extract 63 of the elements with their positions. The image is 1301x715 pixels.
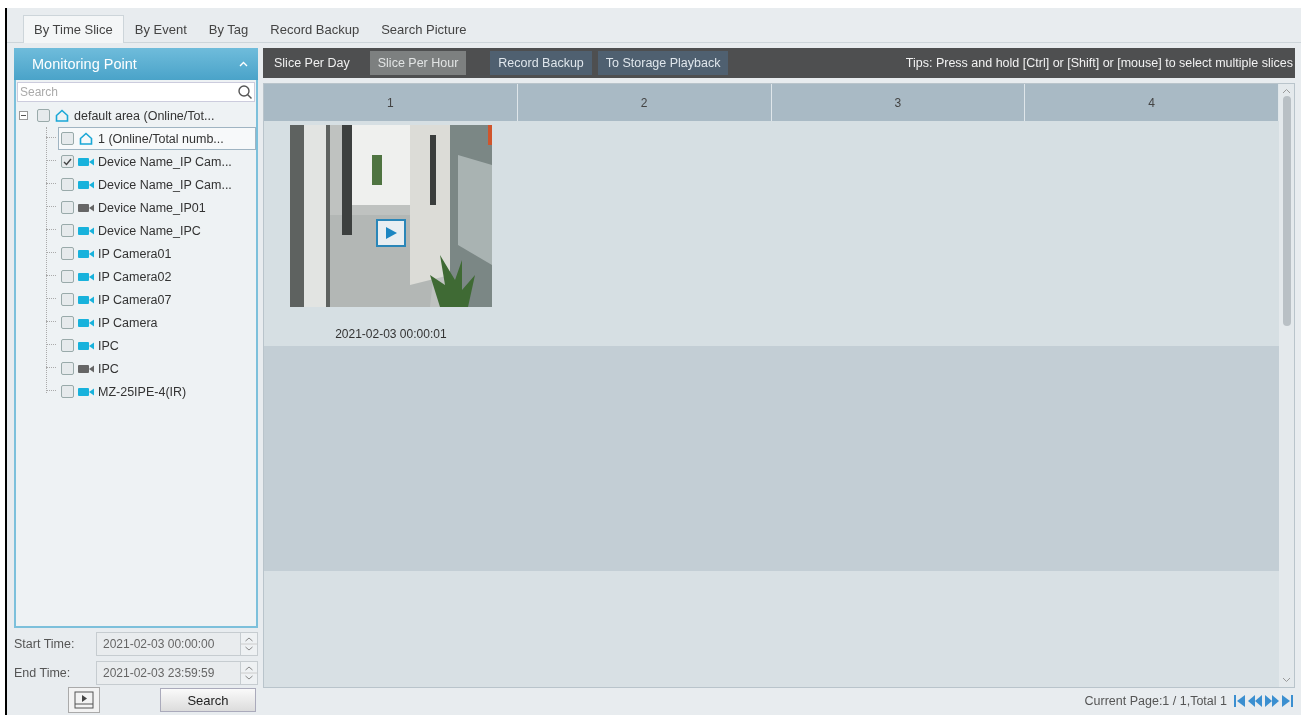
tree-item[interactable]: IPC <box>58 334 256 357</box>
search-field[interactable]: Search <box>17 82 255 102</box>
tree-item[interactable]: MZ-25IPE-4(IR) <box>58 380 256 403</box>
scrollbar-thumb[interactable] <box>1282 96 1291 326</box>
search-icon <box>237 84 253 100</box>
scroll-up-icon <box>1282 88 1291 94</box>
search-button[interactable]: Search <box>160 688 256 712</box>
tree-item[interactable]: IPC <box>58 357 256 380</box>
tree-item[interactable]: IP Camera <box>58 311 256 334</box>
toolbar-button[interactable]: To Storage Playback <box>597 51 729 75</box>
playback-button[interactable] <box>68 687 100 713</box>
time-field[interactable]: 2021-02-03 00:00:00 <box>96 632 258 656</box>
home-icon <box>55 109 69 122</box>
scrollbar[interactable] <box>1279 84 1294 687</box>
checkbox[interactable] <box>37 109 50 122</box>
toolbar-button[interactable]: Slice Per Day <box>266 51 358 75</box>
playback-icon <box>74 691 94 709</box>
spinner-icon[interactable] <box>240 662 257 684</box>
checkbox[interactable] <box>61 132 74 145</box>
panel-title: Monitoring Point <box>32 56 137 72</box>
toolbar-button[interactable]: Record Backup <box>490 51 592 75</box>
checkbox[interactable] <box>61 247 74 260</box>
field-label: End Time: <box>14 666 72 680</box>
checkbox[interactable] <box>61 178 74 191</box>
tree-item[interactable]: IP Camera02 <box>58 265 256 288</box>
tree-item[interactable]: Device Name_IPC <box>58 219 256 242</box>
checkbox[interactable] <box>61 155 74 168</box>
first-page-icon[interactable] <box>1234 693 1245 708</box>
checkbox[interactable] <box>61 224 74 237</box>
checkbox[interactable] <box>61 270 74 283</box>
tree-item[interactable]: Device Name_IP Cam... <box>58 173 256 196</box>
tab[interactable]: By Time Slice <box>23 15 124 43</box>
scroll-down-icon <box>1282 677 1291 683</box>
last-page-icon[interactable] <box>1282 693 1293 708</box>
tree-item[interactable]: IP Camera01 <box>58 242 256 265</box>
slice-time: 2021-02-03 00:00:01 <box>335 327 447 341</box>
time-field[interactable]: 2021-02-03 23:59:59 <box>96 661 258 685</box>
tree-item[interactable]: IP Camera07 <box>58 288 256 311</box>
spinner-icon[interactable] <box>240 633 257 655</box>
page-info: Current Page:1 / 1,Total 1 <box>1084 693 1227 708</box>
tab[interactable]: Record Backup <box>259 15 371 43</box>
checkbox[interactable] <box>61 339 74 352</box>
tab[interactable]: By Tag <box>197 15 260 43</box>
checkbox[interactable] <box>61 293 74 306</box>
tree-item[interactable]: Device Name_IP Cam... <box>58 150 256 173</box>
checkbox[interactable] <box>61 201 74 214</box>
previous-page-icon[interactable] <box>1248 693 1262 708</box>
tab[interactable]: Search Picture <box>370 15 478 43</box>
next-page-icon[interactable] <box>1265 693 1279 708</box>
check-icon <box>63 157 72 166</box>
play-button[interactable] <box>375 219 406 247</box>
checkbox[interactable] <box>61 385 74 398</box>
home-icon <box>79 132 93 145</box>
tree-item[interactable]: Device Name_IP01 <box>58 196 256 219</box>
collapse-icon[interactable] <box>19 111 28 120</box>
tips-text: Tips: Press and hold [Ctrl] or [Shift] or [mouse] to select multiple slices <box>905 56 1294 70</box>
checkbox[interactable] <box>61 362 74 375</box>
checkbox[interactable] <box>61 316 74 329</box>
tree-item[interactable]: 1 (Online/Total numb... <box>58 127 256 150</box>
tree-item[interactable]: default area (Online/Tot... <box>16 104 256 127</box>
play-icon <box>384 227 397 239</box>
tab[interactable]: By Event <box>123 15 198 43</box>
field-label: Start Time: <box>14 637 76 651</box>
